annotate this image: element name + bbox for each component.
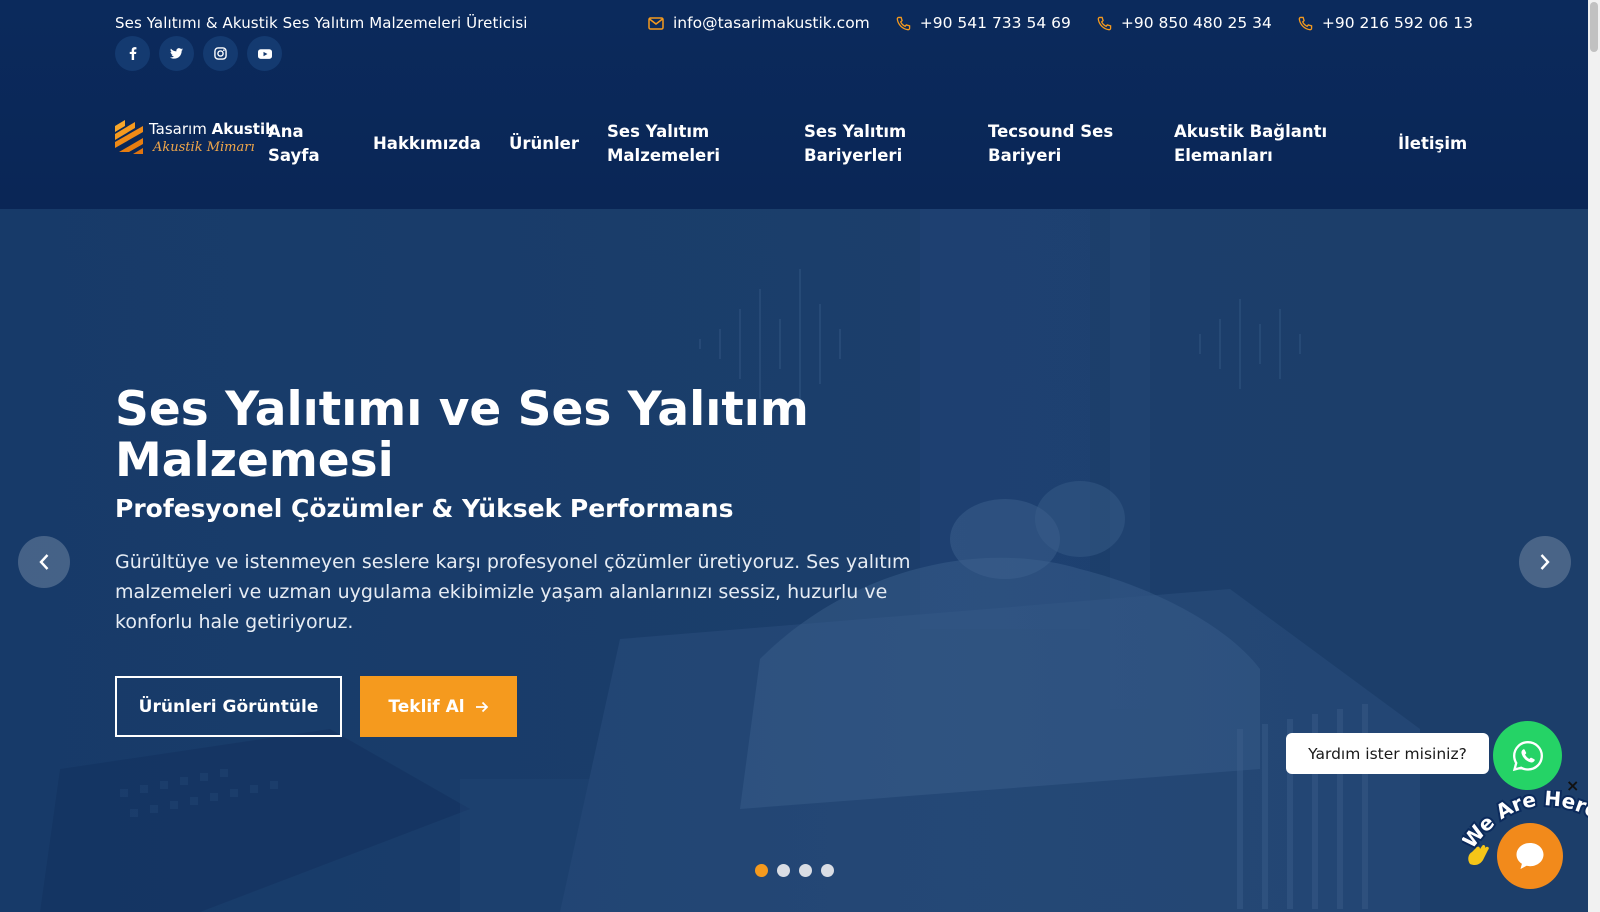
scrollbar[interactable] bbox=[1588, 0, 1600, 912]
whatsapp-button[interactable] bbox=[1493, 721, 1562, 790]
facebook-link[interactable] bbox=[115, 36, 150, 71]
tagline: Ses Yalıtımı & Akustik Ses Yalıtım Malze… bbox=[115, 14, 528, 32]
slider-dot-3[interactable] bbox=[799, 864, 812, 877]
phone-icon bbox=[1097, 16, 1112, 30]
slider-next-button[interactable] bbox=[1519, 536, 1571, 588]
slider-dot-4[interactable] bbox=[821, 864, 834, 877]
hero-description: Gürültüye ve istenmeyen seslere karşı pr… bbox=[115, 551, 911, 633]
nav-item-iletisim[interactable]: İletişim bbox=[1398, 132, 1467, 156]
social-links bbox=[115, 36, 282, 71]
whatsapp-icon bbox=[1512, 740, 1543, 771]
phone-text: +90 541 733 54 69 bbox=[919, 14, 1071, 32]
nav-item-hakkimizda[interactable]: Hakkımızda bbox=[373, 132, 481, 156]
chevron-left-icon bbox=[39, 554, 49, 570]
slider-pagination bbox=[755, 864, 834, 877]
hero-slider: Ses Yalıtımı ve Ses Yalıtım Malzemesi Pr… bbox=[0, 209, 1588, 912]
get-quote-label: Teklif Al bbox=[388, 696, 465, 717]
nav-item-ses-yalitim-bariyerleri[interactable]: Ses Yalıtım Bariyerleri bbox=[804, 120, 934, 168]
nav-item-urunler[interactable]: Ürünler bbox=[509, 132, 579, 156]
arrow-right-icon bbox=[475, 701, 488, 712]
phone-link-1[interactable]: +90 541 733 54 69 bbox=[896, 14, 1071, 32]
phone-text: +90 850 480 25 34 bbox=[1120, 14, 1272, 32]
live-chat-button[interactable] bbox=[1497, 823, 1563, 889]
nav-item-ses-yalitim-malzemeleri[interactable]: Ses Yalıtım Malzemeleri bbox=[607, 120, 757, 168]
email-link[interactable]: info@tasarimakustik.com bbox=[648, 14, 870, 32]
slider-prev-button[interactable] bbox=[18, 536, 70, 588]
chat-bubble-icon bbox=[1516, 843, 1544, 869]
hero-subtitle: Profesyonel Çözümler & Yüksek Performans bbox=[115, 494, 734, 523]
main-nav: Tasarım Akustik Akustik Mimarı Ana Sayfa… bbox=[0, 98, 1588, 209]
page: Ses Yalıtımı & Akustik Ses Yalıtım Malze… bbox=[0, 0, 1588, 912]
facebook-icon bbox=[129, 47, 136, 60]
instagram-link[interactable] bbox=[203, 36, 238, 71]
twitter-link[interactable] bbox=[159, 36, 194, 71]
phone-icon bbox=[1298, 16, 1313, 30]
slider-dot-2[interactable] bbox=[777, 864, 790, 877]
phone-text: +90 216 592 06 13 bbox=[1321, 14, 1473, 32]
phone-icon bbox=[896, 16, 911, 30]
instagram-icon bbox=[214, 47, 227, 60]
view-products-label: Ürünleri Görüntüle bbox=[138, 696, 319, 717]
nav-menu: Ana Sayfa Hakkımızda Ürünler Ses Yalıtım… bbox=[0, 120, 1588, 180]
youtube-link[interactable] bbox=[247, 36, 282, 71]
nav-item-akustik-baglanti-elemanlari[interactable]: Akustik Bağlantı Elemanları bbox=[1174, 120, 1359, 168]
help-bubble[interactable]: Yardım ister misiniz? bbox=[1286, 733, 1489, 774]
phone-link-2[interactable]: +90 850 480 25 34 bbox=[1097, 14, 1272, 32]
phone-link-3[interactable]: +90 216 592 06 13 bbox=[1298, 14, 1473, 32]
scrollbar-thumb[interactable] bbox=[1590, 2, 1598, 52]
help-bubble-text: Yardım ister misiniz? bbox=[1308, 744, 1467, 763]
nav-item-tecsound-ses-bariyeri[interactable]: Tecsound Ses Bariyeri bbox=[988, 120, 1138, 168]
nav-item-ana-sayfa[interactable]: Ana Sayfa bbox=[268, 120, 338, 168]
contact-list: info@tasarimakustik.com +90 541 733 54 6… bbox=[648, 14, 1473, 32]
slider-dot-1[interactable] bbox=[755, 864, 768, 877]
view-products-button[interactable]: Ürünleri Görüntüle bbox=[115, 676, 342, 737]
twitter-icon bbox=[170, 48, 183, 59]
hero-title: Ses Yalıtımı ve Ses Yalıtım Malzemesi bbox=[115, 382, 809, 488]
youtube-icon bbox=[257, 48, 272, 59]
top-bar: Ses Yalıtımı & Akustik Ses Yalıtım Malze… bbox=[0, 0, 1588, 80]
email-text: info@tasarimakustik.com bbox=[673, 14, 870, 32]
mail-icon bbox=[648, 16, 664, 30]
get-quote-button[interactable]: Teklif Al bbox=[360, 676, 517, 737]
chevron-right-icon bbox=[1540, 554, 1550, 570]
